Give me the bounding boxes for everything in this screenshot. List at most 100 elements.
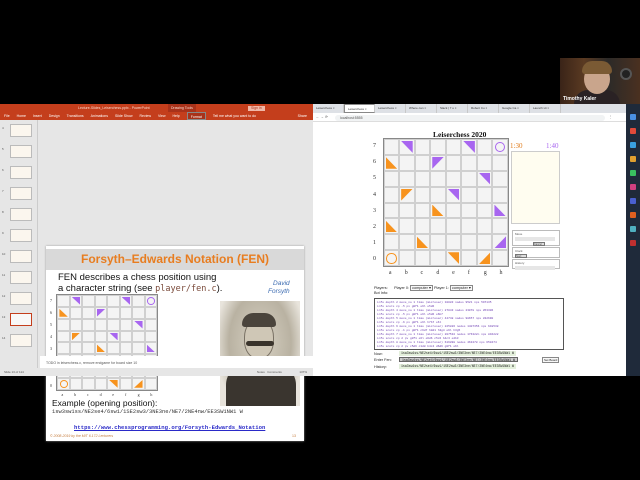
square-h7[interactable] xyxy=(144,295,157,307)
square-g5[interactable] xyxy=(476,170,493,187)
square-e4[interactable] xyxy=(445,186,462,203)
purple-pawn-piece[interactable] xyxy=(134,320,143,329)
square-f4[interactable] xyxy=(119,330,133,343)
browser-tab[interactable]: Where can × xyxy=(406,104,437,113)
slide-thumbnails-pane[interactable]: 4 5 6 7 8 9 10 11 12 13 14 xyxy=(0,120,38,368)
square-g6[interactable] xyxy=(132,306,145,319)
square-b3[interactable] xyxy=(399,202,415,219)
orange-king-piece[interactable] xyxy=(386,252,397,264)
square-h5[interactable] xyxy=(492,170,508,187)
ribbon-tab-file[interactable]: File xyxy=(4,112,10,120)
square-f0[interactable] xyxy=(461,250,477,267)
purple-pawn-piece[interactable] xyxy=(432,156,444,169)
ribbon-tab-insert[interactable]: Insert xyxy=(33,112,42,120)
square-h0[interactable] xyxy=(492,250,508,267)
slide-thumbnail[interactable] xyxy=(10,124,32,137)
square-b7[interactable] xyxy=(399,139,415,155)
purple-pawn-piece[interactable] xyxy=(494,236,506,249)
square-h6[interactable] xyxy=(492,154,508,171)
square-b5[interactable] xyxy=(69,318,83,331)
square-e4[interactable] xyxy=(107,330,120,343)
square-e1[interactable] xyxy=(445,234,462,251)
purple-pawn-piece[interactable] xyxy=(146,344,155,353)
square-f7[interactable] xyxy=(119,295,133,307)
taskbar-app-icon[interactable] xyxy=(630,170,636,176)
square-c7[interactable] xyxy=(414,139,431,155)
square-d3[interactable] xyxy=(94,342,108,355)
square-f2[interactable] xyxy=(461,218,477,235)
back-forward-reload-icons[interactable]: ← → ⟳ xyxy=(316,113,328,122)
ribbon-tab-animations[interactable]: Animations xyxy=(91,112,108,120)
square-g7[interactable] xyxy=(132,295,145,307)
square-c5[interactable] xyxy=(414,170,431,187)
taskbar-app-icon[interactable] xyxy=(630,240,636,246)
square-a6[interactable] xyxy=(383,154,400,171)
square-e7[interactable] xyxy=(445,139,462,155)
square-c2[interactable] xyxy=(414,218,431,235)
cancel-button[interactable]: Cancel xyxy=(533,242,545,246)
slide-thumbnail[interactable] xyxy=(10,250,32,263)
ribbon-tab-help[interactable]: Help xyxy=(173,112,180,120)
slide-thumbnail[interactable] xyxy=(10,145,32,158)
purple-pawn-piece[interactable] xyxy=(463,141,475,153)
taskbar-app-icon[interactable] xyxy=(630,114,636,120)
taskbar-app-icon[interactable] xyxy=(630,142,636,148)
square-h0[interactable] xyxy=(144,377,157,390)
square-d0[interactable] xyxy=(94,377,108,390)
ribbon-tab-format[interactable]: Format xyxy=(186,112,206,120)
browser-tab[interactable]: Slack | 7 u × xyxy=(437,104,468,113)
square-c5[interactable] xyxy=(82,318,95,331)
purple-pawn-piece[interactable] xyxy=(447,188,460,201)
square-g4[interactable] xyxy=(476,186,493,203)
purple-king-piece[interactable] xyxy=(146,297,155,305)
taskbar-app-icon[interactable] xyxy=(630,156,636,162)
ribbon-tab-home[interactable]: Home xyxy=(17,112,26,120)
browser-tab[interactable]: Launch Hi × xyxy=(530,104,561,113)
square-f5[interactable] xyxy=(119,318,133,331)
orange-pawn-piece[interactable] xyxy=(401,188,413,201)
square-a7[interactable] xyxy=(57,295,70,307)
purple-pawn-piece[interactable] xyxy=(401,141,413,153)
square-c0[interactable] xyxy=(82,377,95,390)
game-board[interactable]: 7 6 5 4 3 2 1 0 a b c d e f g h xyxy=(373,138,509,278)
square-c3[interactable] xyxy=(82,342,95,355)
slide-thumbnail[interactable] xyxy=(10,292,32,305)
speaker-notes[interactable]: TODO in leiserchess.c, remove endgame fo… xyxy=(40,356,313,368)
square-b2[interactable] xyxy=(399,218,415,235)
square-b0[interactable] xyxy=(69,377,83,390)
square-g0[interactable] xyxy=(132,377,145,390)
square-h4[interactable] xyxy=(144,330,157,343)
start-button[interactable]: Start xyxy=(515,254,527,258)
square-f4[interactable] xyxy=(461,186,477,203)
sign-in-button[interactable]: Sign in xyxy=(248,105,265,111)
taskbar-app-icon[interactable] xyxy=(630,226,636,232)
square-d7[interactable] xyxy=(94,295,108,307)
slide-thumbnail[interactable] xyxy=(10,271,32,284)
share-button[interactable]: Share xyxy=(298,112,307,120)
slide-thumbnail[interactable] xyxy=(10,166,32,179)
square-g2[interactable] xyxy=(476,218,493,235)
square-e0[interactable] xyxy=(107,377,120,390)
bot-info-log[interactable]: info depth 2 move_no 1 time (microsec) 1… xyxy=(374,298,564,350)
square-c6[interactable] xyxy=(414,154,431,171)
square-f0[interactable] xyxy=(119,377,133,390)
history-list[interactable] xyxy=(515,266,555,270)
purple-pawn-piece[interactable] xyxy=(109,332,118,341)
slide-thumbnail[interactable] xyxy=(10,208,32,221)
square-a5[interactable] xyxy=(57,318,70,331)
player1-select[interactable]: computer ▾ xyxy=(450,285,473,291)
square-d6[interactable] xyxy=(430,154,446,171)
square-a2[interactable] xyxy=(383,218,400,235)
square-g3[interactable] xyxy=(132,342,145,355)
fen-link[interactable]: https://www.chessprogramming.org/Forsyth… xyxy=(74,424,265,431)
square-c1[interactable] xyxy=(414,234,431,251)
square-f6[interactable] xyxy=(119,306,133,319)
orange-pawn-piece[interactable] xyxy=(134,379,143,388)
orange-pawn-piece[interactable] xyxy=(385,156,398,169)
purple-king-piece[interactable] xyxy=(495,141,506,153)
square-b4[interactable] xyxy=(399,186,415,203)
square-d1[interactable] xyxy=(430,234,446,251)
square-b5[interactable] xyxy=(399,170,415,187)
square-b7[interactable] xyxy=(69,295,83,307)
orange-pawn-piece[interactable] xyxy=(432,204,444,217)
